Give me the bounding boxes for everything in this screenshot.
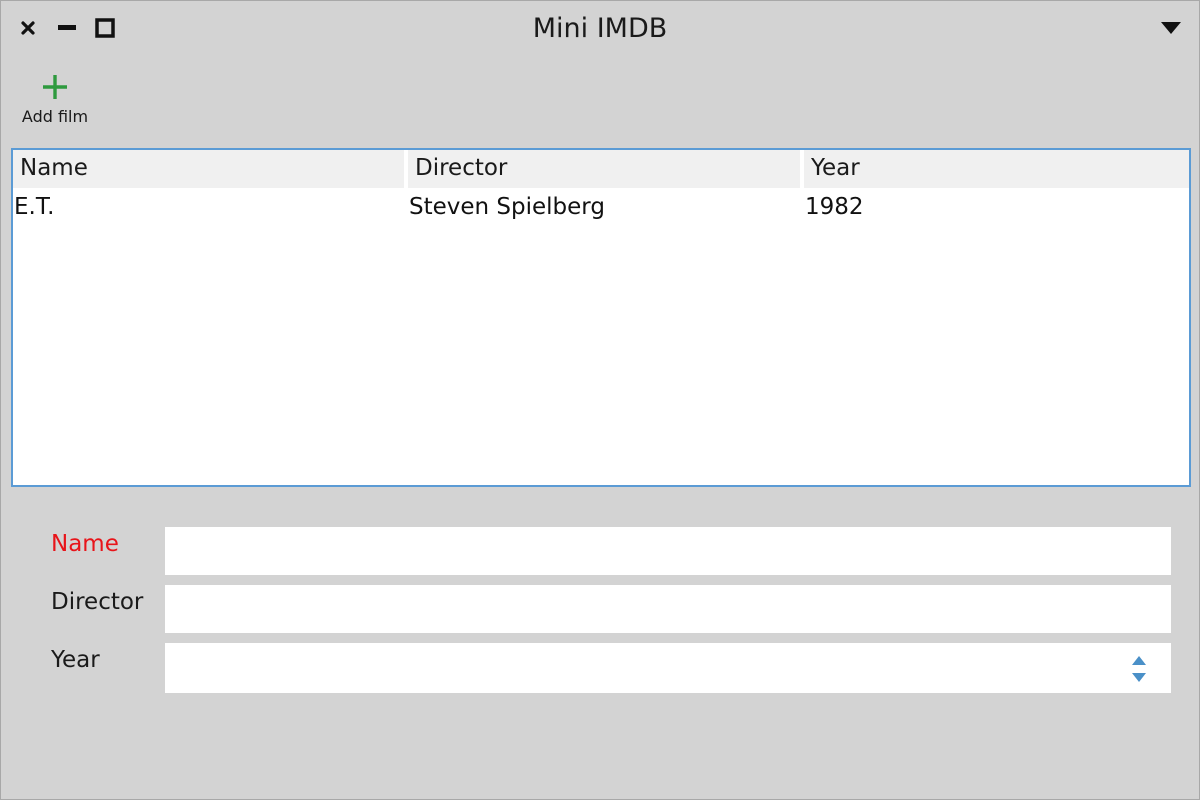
year-label: Year [51, 647, 100, 673]
table-header: Name Director Year [13, 150, 1189, 188]
window-menu-button[interactable] [1159, 19, 1183, 37]
title-bar: Mini IMDB [1, 1, 1199, 57]
name-field[interactable] [165, 527, 1171, 575]
table-row[interactable]: E.T. Steven Spielberg 1982 [13, 188, 1189, 226]
table-body: E.T. Steven Spielberg 1982 [13, 188, 1189, 226]
spinner-down-icon[interactable] [1131, 671, 1147, 683]
plus-icon [43, 75, 67, 99]
director-field[interactable] [165, 585, 1171, 633]
mini-imdb-window: Mini IMDB Add film Name Director Year E.… [0, 0, 1200, 800]
cell-name: E.T. [14, 194, 55, 220]
column-header-year[interactable]: Year [804, 150, 1189, 188]
year-field[interactable] [165, 643, 1171, 693]
year-spinner [1131, 655, 1147, 683]
films-table[interactable]: Name Director Year E.T. Steven Spielberg… [11, 148, 1191, 487]
cell-director: Steven Spielberg [409, 194, 605, 220]
add-film-button[interactable]: Add film [17, 73, 93, 133]
spinner-up-icon[interactable] [1131, 655, 1147, 667]
director-label: Director [51, 589, 144, 615]
name-label: Name [51, 531, 119, 557]
window-title: Mini IMDB [532, 13, 668, 44]
column-header-director[interactable]: Director [408, 150, 800, 188]
cell-year: 1982 [805, 194, 864, 220]
year-field-container [165, 643, 1171, 693]
column-header-name[interactable]: Name [13, 150, 404, 188]
add-film-label: Add film [21, 107, 89, 126]
triangle-down-icon [1161, 22, 1181, 34]
